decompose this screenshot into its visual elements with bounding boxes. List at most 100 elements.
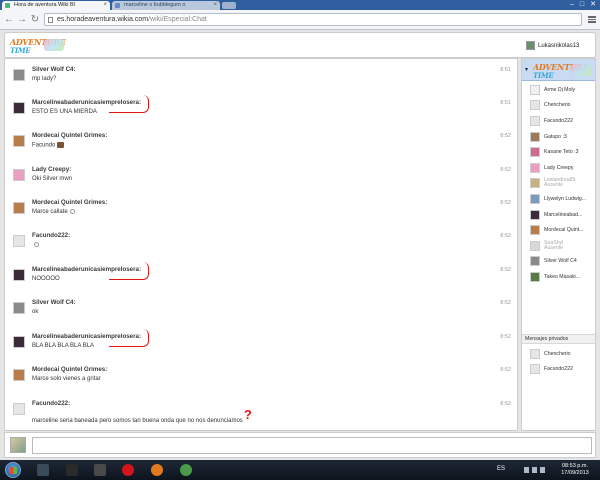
avatar xyxy=(530,147,540,158)
avatar xyxy=(530,193,540,204)
emoticon-icon xyxy=(69,209,75,214)
avatar xyxy=(530,131,540,142)
tray-flag-icon[interactable] xyxy=(524,467,529,473)
emoticon-icon xyxy=(57,142,65,148)
sidebar-user-item[interactable]: Chencherio xyxy=(522,346,595,362)
new-tab-button[interactable] xyxy=(222,2,236,9)
sidebar-user-item[interactable]: Lady Creepy xyxy=(522,160,595,176)
command-prompt-icon[interactable] xyxy=(66,464,78,476)
avatar[interactable] xyxy=(13,135,25,147)
media-player-icon[interactable] xyxy=(94,464,106,476)
message-timestamp: 8:52 xyxy=(500,267,511,273)
message-text: marceline seria baneada pero somos tan b… xyxy=(32,407,252,424)
message-text: mp lady? xyxy=(32,76,57,82)
sidebar-user-item[interactable]: Mordecai Quint... xyxy=(522,222,595,238)
avatar[interactable] xyxy=(13,369,25,381)
sidebar-adventure-time-logo: ADVENTURE TIME xyxy=(533,63,591,80)
adventure-time-logo[interactable]: ADVENTURE TIME xyxy=(10,38,66,55)
chat-message: Mordecai Quintel Grimes: Marce callate 8:5… xyxy=(5,199,517,221)
language-indicator[interactable]: ES xyxy=(497,466,505,472)
message-text: Marce callate xyxy=(32,209,75,215)
avatar xyxy=(530,100,540,111)
chat-message: Marcelineabaderunicasiemprelosera: NOOOOO… xyxy=(5,262,517,288)
volume-icon[interactable] xyxy=(540,467,545,473)
sidebar-user-item[interactable]: Gatupo :3 xyxy=(522,129,595,145)
current-user-badge[interactable]: Lukasnikolas13 xyxy=(526,37,596,54)
minimize-button[interactable]: – xyxy=(570,0,574,10)
avatar[interactable] xyxy=(13,269,25,281)
avatar[interactable] xyxy=(13,202,25,214)
forward-button[interactable]: → xyxy=(16,14,28,26)
message-author[interactable]: Lady Creepy: xyxy=(32,166,71,173)
sidebar-user-item[interactable]: Silver Wolf C4 xyxy=(522,254,595,270)
opera-icon[interactable] xyxy=(122,464,134,476)
avatar[interactable] xyxy=(13,302,25,314)
message-author[interactable]: Mordecai Quintel Grimes: xyxy=(32,132,107,139)
red-underline-annotation xyxy=(109,262,149,280)
firefox-icon[interactable] xyxy=(151,464,163,476)
maximize-button[interactable]: □ xyxy=(580,0,584,10)
message-text: Facundo xyxy=(32,142,65,149)
logo-artwork xyxy=(44,39,64,51)
back-button[interactable]: ← xyxy=(3,14,15,26)
tab-hora-de-aventura[interactable]: Hora de aventura Wiki Bl × xyxy=(2,1,110,10)
close-window-button[interactable]: ✕ xyxy=(590,0,596,10)
start-button[interactable] xyxy=(5,462,21,478)
message-author[interactable]: Facundo222: xyxy=(32,400,70,407)
avatar xyxy=(530,364,540,375)
tab-label: Hora de aventura Wiki Bl xyxy=(14,2,75,8)
avatar[interactable] xyxy=(13,235,25,247)
chat-message: Lady Creepy: Oki Silver mwn 8:52 xyxy=(5,166,517,188)
sidebar-user-item[interactable]: Facundo222 xyxy=(522,113,595,129)
avatar xyxy=(530,225,540,236)
message-author[interactable]: Silver Wolf C4: xyxy=(32,299,76,306)
avatar xyxy=(530,348,540,359)
tab-marceline-bubblegum[interactable]: marceline s bubblegum o × xyxy=(112,1,220,10)
avatar[interactable] xyxy=(13,169,25,181)
message-input[interactable] xyxy=(32,437,592,454)
taskbar-clock[interactable]: 08:53 p.m. 17/09/2013 xyxy=(553,463,597,477)
avatar xyxy=(530,178,540,189)
windows-explorer-icon[interactable] xyxy=(37,464,49,476)
avatar xyxy=(530,84,540,95)
avatar[interactable] xyxy=(13,102,25,114)
logo-artwork xyxy=(571,64,591,76)
sidebar-user-item[interactable]: Leslandrea89 Ausente xyxy=(522,176,595,192)
collapse-arrow-icon[interactable]: ▾ xyxy=(525,66,528,73)
chat-header: ADVENTURE TIME Lukasnikolas13 xyxy=(4,32,596,58)
sidebar-user-item[interactable]: Marcelineabad... xyxy=(522,207,595,223)
chat-message-panel[interactable]: Silver Wolf C4: mp lady? 8:51 Marcelineabad… xyxy=(4,58,518,431)
chrome-icon[interactable] xyxy=(180,464,192,476)
sidebar-user-name: Mordecai Quint... xyxy=(544,227,584,234)
sidebar-user-name: Chencherio xyxy=(544,102,571,109)
message-text: Marce solo vienes a gritar xyxy=(32,376,101,382)
sidebar-user-item[interactable]: Kasane Teto :3 xyxy=(522,144,595,160)
avatar xyxy=(526,41,535,50)
hamburger-menu-icon[interactable] xyxy=(588,15,596,24)
sidebar-user-item[interactable]: Takeo Masaki... xyxy=(522,269,595,285)
chat-message: Mordecai Quintel Grimes: Facundo 8:52 xyxy=(5,132,517,154)
page-icon xyxy=(48,17,53,23)
message-author[interactable]: Facundo222: xyxy=(32,232,70,239)
tab-close-icon[interactable]: × xyxy=(103,1,107,10)
sidebar-user-item[interactable]: Llywelyn Ludwig... xyxy=(522,191,595,207)
message-author[interactable]: Silver Wolf C4: xyxy=(32,66,76,73)
avatar[interactable] xyxy=(13,69,25,81)
avatar xyxy=(530,162,540,173)
message-author[interactable]: Mordecai Quintel Grimes: xyxy=(32,366,107,373)
avatar[interactable] xyxy=(13,336,25,348)
away-status: Ausente xyxy=(544,244,564,251)
reload-button[interactable]: ↻ xyxy=(29,14,41,26)
sidebar-user-name: Facundo222 xyxy=(544,366,573,373)
message-author[interactable]: Mordecai Quintel Grimes: xyxy=(32,199,107,206)
sidebar-user-item[interactable]: Facundo222 xyxy=(522,362,595,378)
address-bar[interactable]: es.horadeaventura.wikia.com/wiki/Especia… xyxy=(44,13,582,26)
network-icon[interactable] xyxy=(532,467,537,473)
message-text: BLA BLA BLA BLA BLA xyxy=(32,343,95,349)
avatar[interactable] xyxy=(13,403,25,415)
red-underline-annotation xyxy=(109,329,149,347)
sidebar-user-item[interactable]: Chencherio xyxy=(522,98,595,114)
sidebar-user-item[interactable]: SeaShyl Ausente xyxy=(522,238,595,254)
tab-close-icon[interactable]: × xyxy=(213,1,217,10)
sidebar-user-item[interactable]: Arme Dj Moly xyxy=(522,82,595,98)
